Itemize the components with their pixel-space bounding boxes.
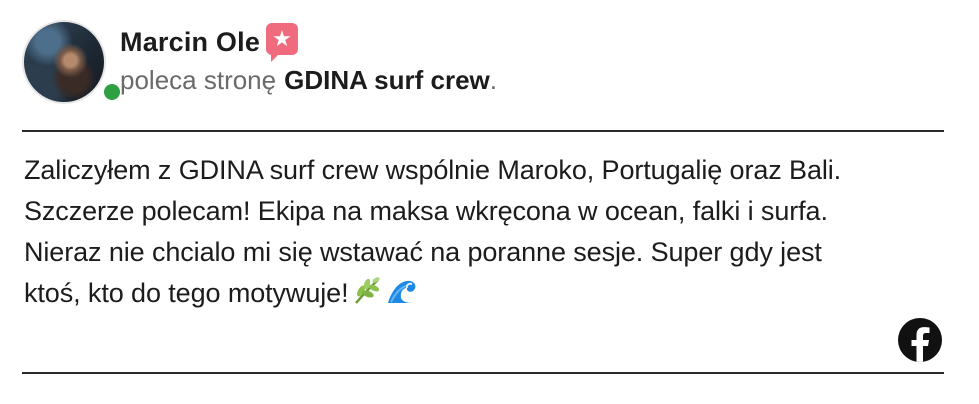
top-divider: [22, 130, 944, 132]
recommended-page-link[interactable]: GDINA surf crew: [284, 65, 490, 96]
bottom-divider: [22, 372, 944, 374]
review-header: Marcin Ole ★ poleca stronę GDINA surf cr…: [22, 20, 922, 110]
review-line: Nieraz nie chcialo mi się wstawać na por…: [24, 237, 822, 267]
recommendation-star-icon: ★: [266, 23, 299, 62]
facebook-icon[interactable]: [898, 318, 942, 362]
review-text: Zaliczyłem z GDINA surf crew wspólnie Ma…: [24, 150, 954, 318]
avatar[interactable]: [22, 20, 106, 104]
herb-icon: [352, 276, 382, 318]
reviewer-name[interactable]: Marcin Ole: [120, 27, 260, 58]
recommendation-card: Marcin Ole ★ poleca stronę GDINA surf cr…: [0, 0, 979, 404]
review-line: Zaliczyłem z GDINA surf crew wspólnie Ma…: [24, 155, 842, 185]
review-line-text: ktoś, kto do tego motywuje!: [24, 278, 349, 308]
review-line-last: ktoś, kto do tego motywuje!: [24, 273, 954, 318]
review-line: Szczerze polecam! Ekipa na maksa wkręcon…: [24, 196, 828, 226]
recommendation-end-punct: .: [489, 64, 497, 95]
name-row: Marcin Ole ★: [120, 22, 299, 62]
water-wave-icon: [386, 276, 418, 318]
recommendation-verb: poleca stronę: [120, 64, 277, 95]
avatar-container[interactable]: [22, 20, 124, 104]
recommendation-line: poleca stronę GDINA surf crew .: [120, 62, 497, 98]
